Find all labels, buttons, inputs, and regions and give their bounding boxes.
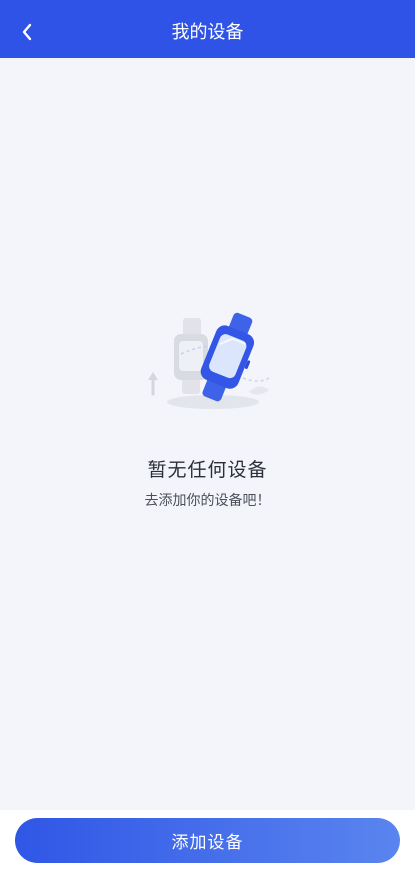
page-title: 我的设备 [171,22,244,43]
empty-state-title: 暂无任何设备 [147,459,268,481]
add-device-button[interactable]: 添加设备 [15,818,400,863]
smartwatch-icon [148,312,270,409]
empty-state-subtitle: 去添加你的设备吧！ [144,493,271,509]
content-area: 暂无任何设备 去添加你的设备吧！ [0,58,415,810]
footer-bar: 添加设备 [0,810,415,874]
top-navigation-bar: 我的设备 [0,0,415,58]
